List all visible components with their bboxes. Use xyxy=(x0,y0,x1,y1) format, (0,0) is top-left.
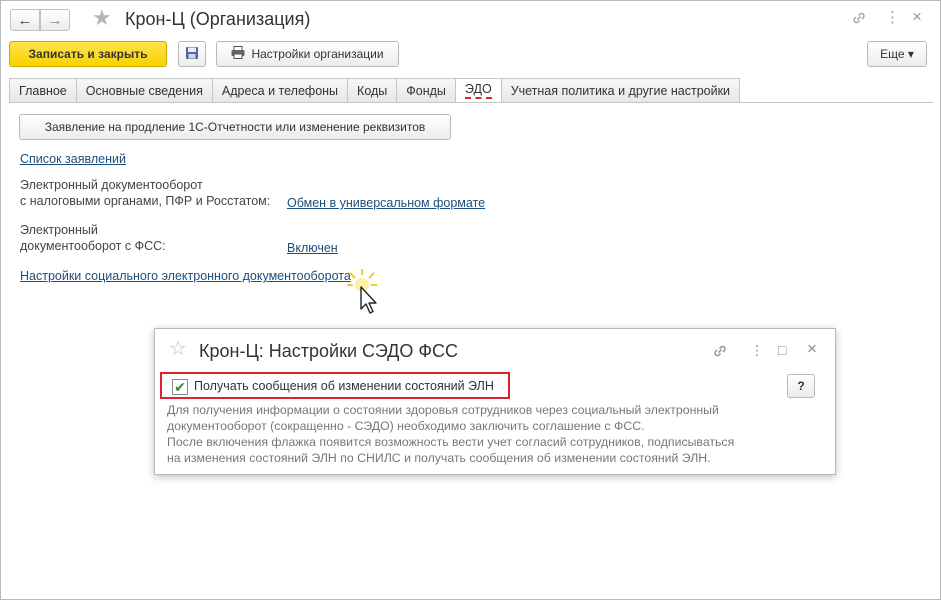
printer-icon xyxy=(231,46,245,62)
eln-notifications-checkbox[interactable]: ✔ xyxy=(172,379,188,395)
social-edo-settings-link[interactable]: Настройки социального электронного докум… xyxy=(20,269,351,283)
save-button[interactable] xyxy=(178,41,206,67)
tab-accounting-policy[interactable]: Учетная политика и другие настройки xyxy=(500,78,741,103)
arrow-left-icon: ← xyxy=(17,11,33,29)
help-button[interactable]: ? xyxy=(787,374,815,398)
close-icon[interactable]: × xyxy=(807,340,817,357)
arrow-right-icon: → xyxy=(47,11,63,29)
tab-edo[interactable]: ЭДО xyxy=(454,78,501,103)
fss-status-link[interactable]: Включен xyxy=(287,241,338,255)
more-menu-button[interactable]: Еще ▾ xyxy=(867,41,927,67)
tab-basic-info[interactable]: Основные сведения xyxy=(75,78,212,103)
mouse-cursor-icon xyxy=(347,269,377,314)
save-and-close-button[interactable]: Записать и закрыть xyxy=(9,41,167,67)
edo-tax-label: Электронный документооборот с налоговыми… xyxy=(20,178,271,208)
close-icon[interactable]: × xyxy=(912,8,922,25)
more-icon[interactable]: ⋮ xyxy=(885,10,900,25)
link-icon[interactable] xyxy=(712,343,728,361)
eln-notifications-label[interactable]: Получать сообщения об изменении состояни… xyxy=(194,379,494,393)
universal-format-exchange-link[interactable]: Обмен в универсальном формате xyxy=(287,196,485,210)
statements-list-link[interactable]: Список заявлений xyxy=(20,152,126,166)
floppy-disk-icon xyxy=(185,46,199,63)
dialog-title: Крон-Ц: Настройки СЭДО ФСС xyxy=(199,341,459,361)
tab-codes[interactable]: Коды xyxy=(347,78,397,103)
org-settings-button[interactable]: Настройки организации xyxy=(216,41,399,67)
maximize-icon[interactable]: □ xyxy=(778,343,786,357)
favorite-star-icon[interactable]: ★ xyxy=(92,7,112,29)
dialog-description: Для получения информации о состоянии здо… xyxy=(167,403,735,465)
org-settings-label: Настройки организации xyxy=(251,47,384,61)
tab-bar: Главное Основные сведения Адреса и телеф… xyxy=(9,78,741,103)
statement-renewal-button[interactable]: Заявление на продление 1С-Отчетности или… xyxy=(19,114,451,140)
forward-button[interactable]: → xyxy=(40,9,70,31)
edo-fss-label: Электронный документооборот с ФСС: xyxy=(20,223,166,253)
tab-addresses-phones[interactable]: Адреса и телефоны xyxy=(211,78,348,103)
tab-main[interactable]: Главное xyxy=(9,78,76,103)
link-icon[interactable] xyxy=(851,10,867,29)
highlight-frame: ✔ Получать сообщения об изменении состоя… xyxy=(160,372,510,399)
tab-divider xyxy=(9,102,933,103)
tab-funds[interactable]: Фонды xyxy=(396,78,455,103)
sedo-settings-dialog: ☆ Крон-Ц: Настройки СЭДО ФСС ⋮ □ × ✔ Пол… xyxy=(154,328,836,475)
title-bar: ← → ★ Крон-Ц (Организация) ⋮ × xyxy=(1,1,940,37)
more-icon[interactable]: ⋮ xyxy=(750,343,764,357)
window-title: Крон-Ц (Организация) xyxy=(125,9,311,29)
back-button[interactable]: ← xyxy=(10,9,40,31)
main-window: ← → ★ Крон-Ц (Организация) ⋮ × Записать … xyxy=(0,0,941,600)
favorite-star-icon[interactable]: ☆ xyxy=(169,339,187,359)
